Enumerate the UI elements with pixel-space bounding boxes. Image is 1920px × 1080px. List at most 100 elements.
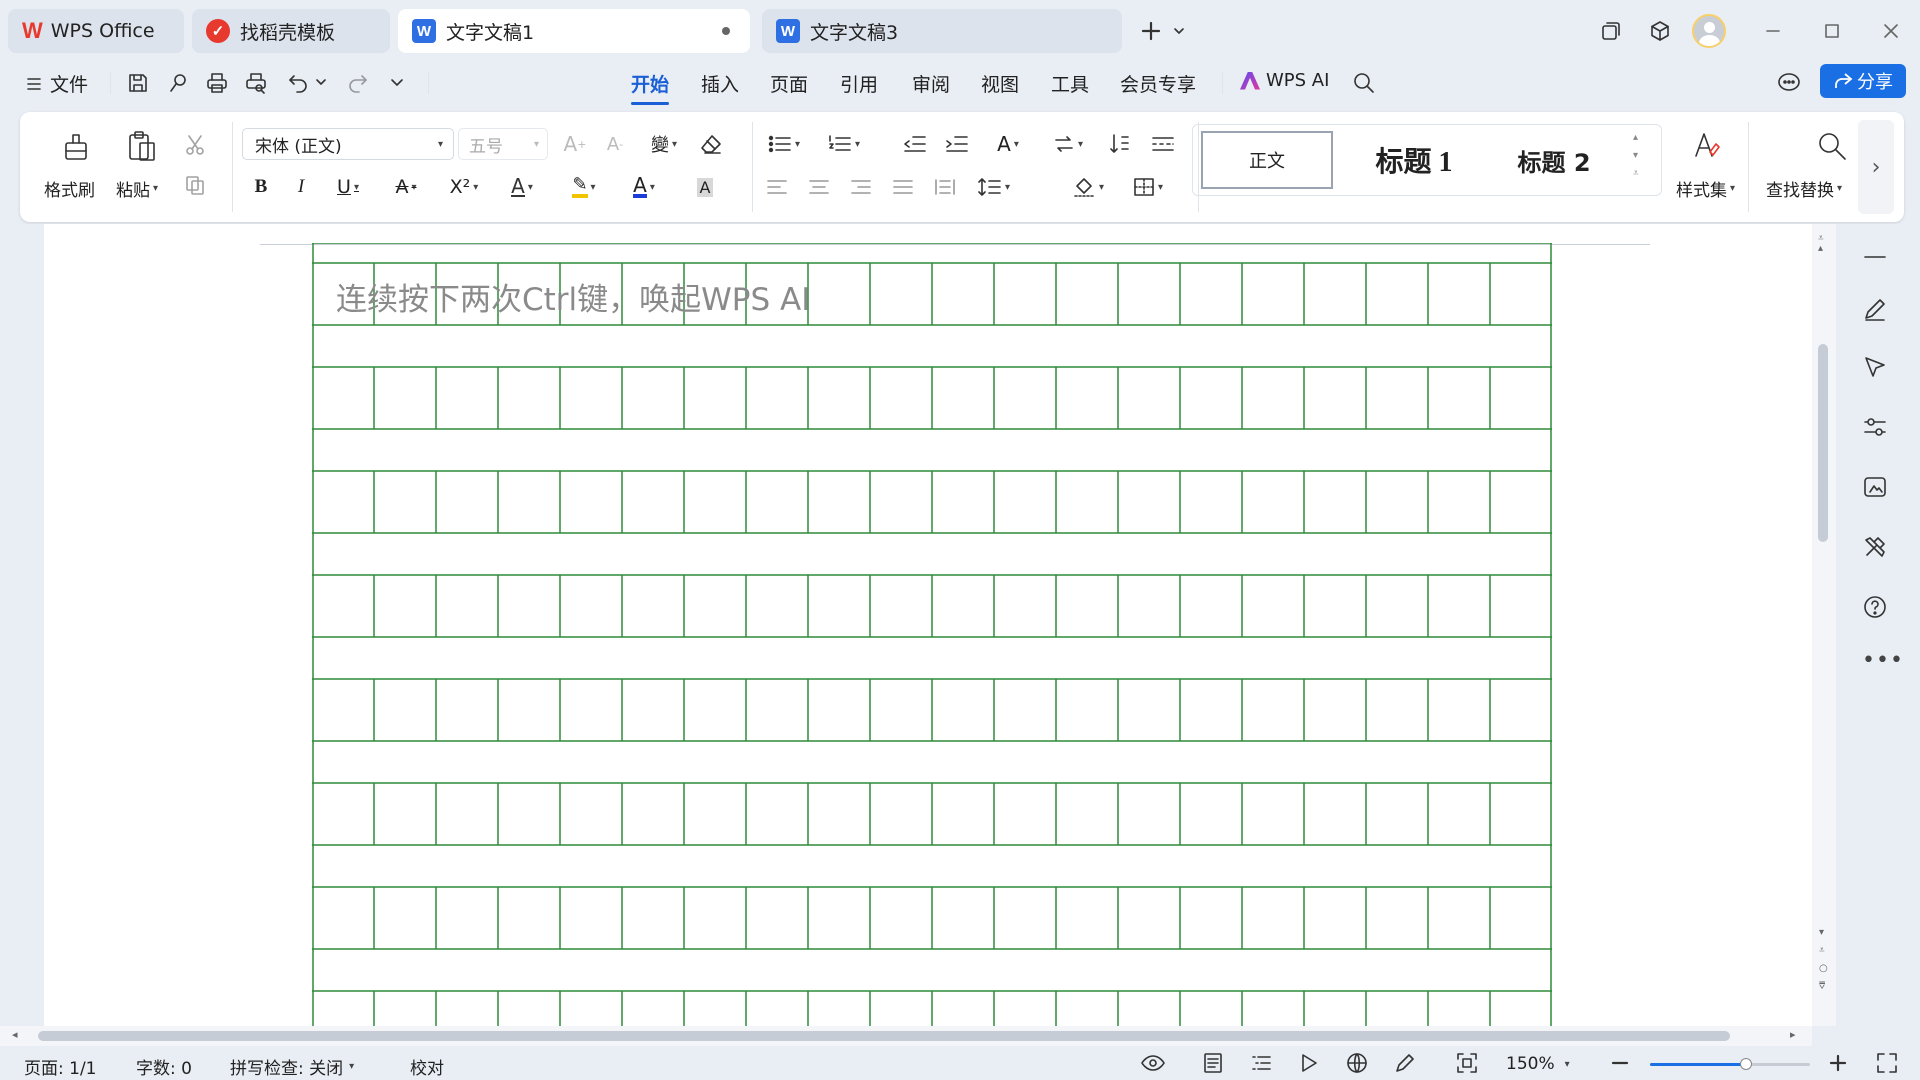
- format-painter-small-icon[interactable]: [166, 71, 190, 95]
- zoom-in-icon[interactable]: [1828, 1052, 1848, 1074]
- image-tool-icon[interactable]: [1862, 474, 1888, 500]
- scroll-right-icon[interactable]: ▸: [1790, 1028, 1796, 1041]
- print-preview-icon[interactable]: [244, 71, 268, 95]
- borders-icon[interactable]: ▾: [1124, 172, 1172, 202]
- eye-protection-icon[interactable]: [1140, 1052, 1166, 1074]
- tab-references[interactable]: 引用: [840, 70, 878, 97]
- align-center-icon[interactable]: [802, 172, 836, 202]
- more-options-icon[interactable]: •••: [1862, 648, 1904, 673]
- window-restore-icon[interactable]: [1594, 14, 1628, 48]
- save-icon[interactable]: [126, 71, 150, 95]
- tab-document-3[interactable]: W 文字文稿3: [762, 9, 1122, 53]
- tab-view[interactable]: 视图: [981, 70, 1019, 97]
- decrease-indent-icon[interactable]: [898, 128, 932, 160]
- fullscreen-icon[interactable]: [1876, 1052, 1898, 1074]
- page-indicator[interactable]: 页面: 1/1: [24, 1054, 97, 1079]
- redo-icon[interactable]: [346, 71, 370, 95]
- find-replace-button[interactable]: 查找替换 ▾: [1766, 176, 1842, 201]
- tab-home[interactable]: 开始: [631, 70, 670, 105]
- tools-wrench-icon[interactable]: [1862, 534, 1888, 560]
- tab-document-1[interactable]: W 文字文稿1: [398, 9, 750, 53]
- vertical-scrollbar[interactable]: ⩡ ▴ ▾ ⩡ ○ ⩢: [1812, 224, 1836, 1026]
- tab-list-chevron-icon[interactable]: [1162, 14, 1196, 48]
- zoom-level-select[interactable]: 150% ▾: [1506, 1054, 1570, 1074]
- increase-font-icon[interactable]: A +: [560, 128, 590, 160]
- font-size-select[interactable]: 五号 ▾: [458, 128, 548, 160]
- justify-icon[interactable]: [886, 172, 920, 202]
- style-normal[interactable]: 正文: [1201, 131, 1333, 189]
- ribbon-scroll-right-chevron-icon[interactable]: ›: [1858, 120, 1894, 214]
- pen-edit-icon[interactable]: [1862, 296, 1888, 322]
- align-left-icon[interactable]: [760, 172, 794, 202]
- find-replace-icon[interactable]: [1810, 126, 1854, 166]
- zoom-slider[interactable]: [1650, 1058, 1810, 1070]
- align-right-icon[interactable]: [844, 172, 878, 202]
- character-shading-icon[interactable]: A: [690, 174, 720, 200]
- style-gallery-scroll[interactable]: ▴ ▾ ⩡: [1633, 129, 1639, 183]
- strikethrough-icon[interactable]: A ▾: [384, 172, 428, 202]
- increase-indent-icon[interactable]: [940, 128, 974, 160]
- unsaved-dot-icon[interactable]: [722, 27, 730, 35]
- zoom-out-icon[interactable]: [1610, 1052, 1630, 1074]
- tab-page[interactable]: 页面: [770, 70, 808, 97]
- cut-icon[interactable]: [180, 130, 210, 160]
- proofread-button[interactable]: 校对: [410, 1054, 444, 1079]
- select-pointer-icon[interactable]: [1862, 354, 1888, 380]
- user-avatar[interactable]: [1692, 14, 1726, 48]
- undo-icon[interactable]: [286, 71, 310, 95]
- scroll-left-icon[interactable]: ◂: [12, 1028, 18, 1041]
- tab-insert[interactable]: 插入: [701, 70, 739, 97]
- tab-review[interactable]: 审阅: [912, 70, 950, 97]
- chat-bubble-icon[interactable]: [1776, 71, 1802, 95]
- tab-docer-templates[interactable]: ✓ 找稻壳模板: [192, 9, 390, 53]
- format-painter-icon[interactable]: [54, 126, 98, 166]
- font-name-select[interactable]: 宋体 (正文) ▾: [242, 128, 454, 160]
- decrease-font-icon[interactable]: A-: [600, 128, 630, 160]
- play-icon[interactable]: [1298, 1052, 1320, 1074]
- shading-fill-icon[interactable]: ▾: [1064, 172, 1112, 202]
- numbered-list-icon[interactable]: ▾: [820, 128, 868, 160]
- file-menu[interactable]: 文件: [26, 70, 88, 97]
- close-icon[interactable]: [1874, 14, 1908, 48]
- share-button[interactable]: 分享: [1820, 64, 1906, 98]
- underline-icon[interactable]: U ▾: [326, 172, 370, 202]
- horizontal-scroll-thumb[interactable]: [38, 1031, 1730, 1041]
- distributed-align-icon[interactable]: [928, 172, 962, 202]
- vertical-scroll-thumb[interactable]: [1818, 344, 1828, 542]
- line-break-swap-icon[interactable]: ▾: [1044, 128, 1092, 160]
- maximize-icon[interactable]: [1815, 14, 1849, 48]
- help-icon[interactable]: [1862, 594, 1888, 620]
- text-direction-icon[interactable]: A ▾: [984, 128, 1032, 160]
- document-page[interactable]: 连续按下两次Ctrl键，唤起WPS AI: [44, 224, 1814, 1033]
- adjust-sliders-icon[interactable]: [1862, 414, 1888, 440]
- scroll-top-icon[interactable]: ⩡ ▴: [1818, 234, 1824, 254]
- minimize-icon[interactable]: [1756, 14, 1790, 48]
- clear-format-eraser-icon[interactable]: [694, 128, 728, 160]
- collapse-panel-icon[interactable]: [1862, 252, 1888, 262]
- print-icon[interactable]: [205, 71, 229, 95]
- phonetic-guide-icon[interactable]: 變 ▾: [642, 128, 686, 160]
- more-chevron-down-icon[interactable]: [388, 73, 406, 91]
- copy-icon[interactable]: [180, 170, 210, 200]
- bullet-list-icon[interactable]: ▾: [760, 128, 808, 160]
- format-painter-button[interactable]: 格式刷: [44, 176, 95, 201]
- write-mode-pen-icon[interactable]: [1394, 1052, 1416, 1074]
- style-set-icon[interactable]: [1684, 126, 1728, 166]
- style-set-button[interactable]: 样式集 ▾: [1676, 176, 1735, 201]
- cube-icon[interactable]: [1643, 14, 1677, 48]
- word-count[interactable]: 字数: 0: [136, 1054, 192, 1079]
- tab-member-exclusive[interactable]: 会员专享: [1120, 70, 1196, 97]
- font-color-icon[interactable]: A ▾: [620, 172, 668, 202]
- style-heading-2[interactable]: 标题 2: [1489, 131, 1619, 189]
- horizontal-scrollbar[interactable]: ◂ ▸: [0, 1026, 1812, 1046]
- wps-ai-button[interactable]: WPS AI: [1240, 70, 1329, 91]
- tab-wps-office[interactable]: W WPS Office: [8, 9, 184, 53]
- search-icon[interactable]: [1352, 71, 1376, 95]
- text-effect-icon[interactable]: A ▾: [498, 172, 546, 202]
- zoom-slider-thumb[interactable]: [1740, 1058, 1752, 1070]
- bold-icon[interactable]: B: [246, 172, 276, 202]
- tab-tools[interactable]: 工具: [1051, 70, 1089, 97]
- web-view-globe-icon[interactable]: [1346, 1052, 1368, 1074]
- paste-icon[interactable]: [120, 126, 164, 166]
- line-spacing-icon[interactable]: ▾: [970, 172, 1018, 202]
